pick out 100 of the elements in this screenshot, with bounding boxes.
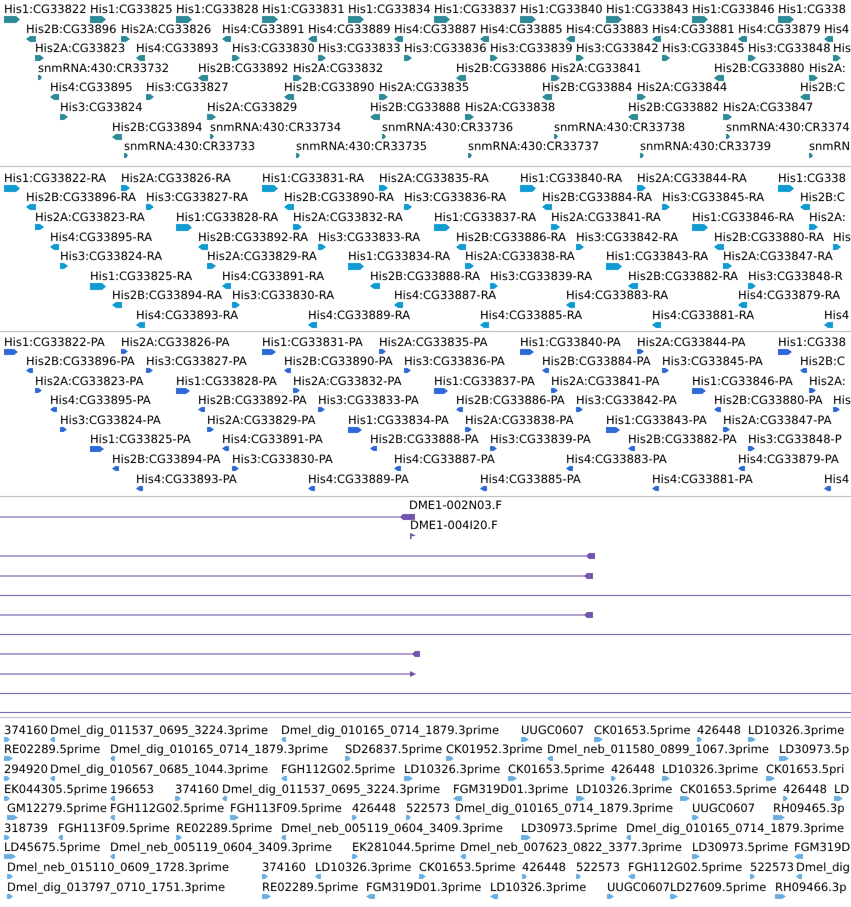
right-arrow-icon[interactable] [775, 894, 786, 899]
left-arrow-icon[interactable] [110, 796, 115, 801]
right-arrow-icon[interactable] [490, 282, 498, 289]
right-arrow-icon[interactable] [175, 796, 181, 801]
right-arrow-icon[interactable] [4, 184, 20, 192]
right-arrow-icon[interactable] [232, 55, 240, 62]
right-arrow-icon[interactable] [60, 114, 68, 120]
left-arrow-icon[interactable] [370, 446, 377, 452]
right-arrow-icon[interactable] [783, 796, 788, 801]
left-arrow-icon[interactable] [566, 302, 575, 308]
right-arrow-icon[interactable] [207, 114, 216, 120]
right-arrow-icon[interactable] [176, 388, 190, 394]
left-arrow-icon[interactable] [112, 466, 119, 472]
right-arrow-icon[interactable] [748, 55, 756, 62]
right-arrow-icon[interactable] [680, 796, 690, 801]
right-arrow-icon[interactable] [551, 74, 560, 81]
left-arrow-icon[interactable] [824, 36, 833, 42]
right-arrow-icon[interactable] [4, 854, 16, 860]
right-arrow-icon[interactable] [38, 74, 42, 80]
left-arrow-icon[interactable] [794, 854, 803, 860]
right-arrow-icon[interactable] [778, 16, 794, 23]
left-arrow-icon[interactable] [136, 55, 145, 62]
left-arrow-icon[interactable] [50, 94, 59, 100]
right-arrow-icon[interactable] [521, 736, 529, 742]
right-arrow-icon[interactable] [348, 426, 362, 433]
right-arrow-icon[interactable] [352, 815, 357, 820]
right-arrow-icon[interactable] [611, 776, 616, 781]
right-arrow-icon[interactable] [379, 184, 388, 191]
right-arrow-icon[interactable] [262, 894, 271, 899]
right-arrow-icon[interactable] [723, 426, 730, 432]
left-arrow-icon[interactable] [284, 204, 294, 210]
right-arrow-icon[interactable] [318, 407, 325, 412]
right-arrow-icon[interactable] [809, 153, 813, 158]
right-arrow-icon[interactable] [576, 796, 585, 801]
left-arrow-icon[interactable] [112, 302, 122, 308]
alignment-line[interactable] [0, 514, 415, 520]
right-arrow-icon[interactable] [779, 756, 789, 762]
left-arrow-icon[interactable] [824, 322, 833, 328]
left-arrow-icon[interactable] [628, 282, 638, 289]
left-arrow-icon[interactable] [796, 874, 802, 879]
right-arrow-icon[interactable] [809, 224, 818, 230]
right-arrow-icon[interactable] [404, 55, 412, 62]
right-arrow-icon[interactable] [434, 16, 450, 23]
right-arrow-icon[interactable] [750, 874, 755, 879]
right-arrow-icon[interactable] [176, 16, 192, 23]
right-arrow-icon[interactable] [640, 153, 644, 158]
right-arrow-icon[interactable] [723, 114, 732, 120]
right-arrow-icon[interactable] [834, 796, 843, 801]
alignment-line[interactable] [0, 552, 595, 559]
left-arrow-icon[interactable] [222, 36, 231, 42]
right-arrow-icon[interactable] [318, 244, 326, 250]
right-arrow-icon[interactable] [468, 153, 472, 158]
right-arrow-icon[interactable] [748, 282, 756, 289]
right-arrow-icon[interactable] [521, 834, 531, 840]
right-arrow-icon[interactable] [662, 204, 670, 210]
right-arrow-icon[interactable] [773, 815, 785, 820]
left-arrow-icon[interactable] [480, 322, 489, 328]
left-arrow-icon[interactable] [480, 36, 489, 42]
right-arrow-icon[interactable] [520, 184, 536, 192]
right-arrow-icon[interactable] [748, 736, 756, 742]
right-arrow-icon[interactable] [4, 756, 13, 762]
right-arrow-icon[interactable] [809, 388, 816, 393]
left-arrow-icon[interactable] [628, 446, 635, 452]
right-arrow-icon[interactable] [637, 184, 646, 191]
alignment-line[interactable] [0, 594, 851, 596]
right-arrow-icon[interactable] [35, 55, 44, 62]
left-arrow-icon[interactable] [626, 834, 631, 840]
right-arrow-icon[interactable] [262, 348, 276, 354]
left-arrow-icon[interactable] [198, 244, 208, 250]
right-arrow-icon[interactable] [576, 55, 584, 62]
left-arrow-icon[interactable] [738, 36, 747, 42]
left-arrow-icon[interactable] [800, 368, 807, 374]
right-arrow-icon[interactable] [465, 426, 472, 432]
right-arrow-icon[interactable] [576, 244, 584, 250]
left-arrow-icon[interactable] [308, 36, 317, 42]
right-arrow-icon[interactable] [726, 134, 730, 139]
left-arrow-icon[interactable] [198, 74, 208, 81]
left-arrow-icon[interactable] [284, 94, 294, 100]
right-arrow-icon[interactable] [121, 184, 130, 191]
left-arrow-icon[interactable] [26, 204, 36, 210]
right-arrow-icon[interactable] [4, 348, 18, 354]
left-arrow-icon[interactable] [542, 368, 549, 374]
left-arrow-icon[interactable] [281, 776, 287, 781]
left-arrow-icon[interactable] [455, 815, 460, 820]
right-arrow-icon[interactable] [551, 388, 558, 393]
left-arrow-icon[interactable] [566, 36, 575, 42]
left-arrow-icon[interactable] [366, 894, 375, 899]
left-arrow-icon[interactable] [628, 874, 635, 879]
right-arrow-icon[interactable] [520, 16, 536, 23]
left-arrow-icon[interactable] [112, 134, 122, 140]
right-arrow-icon[interactable] [124, 153, 128, 158]
right-arrow-icon[interactable] [692, 388, 706, 394]
right-arrow-icon[interactable] [210, 134, 214, 139]
left-arrow-icon[interactable] [222, 282, 231, 289]
alignment-line[interactable] [0, 634, 851, 635]
left-arrow-icon[interactable] [800, 94, 810, 100]
right-arrow-icon[interactable] [723, 263, 732, 270]
right-arrow-icon[interactable] [606, 16, 622, 23]
left-arrow-icon[interactable] [222, 446, 229, 452]
left-arrow-icon[interactable] [566, 466, 573, 472]
